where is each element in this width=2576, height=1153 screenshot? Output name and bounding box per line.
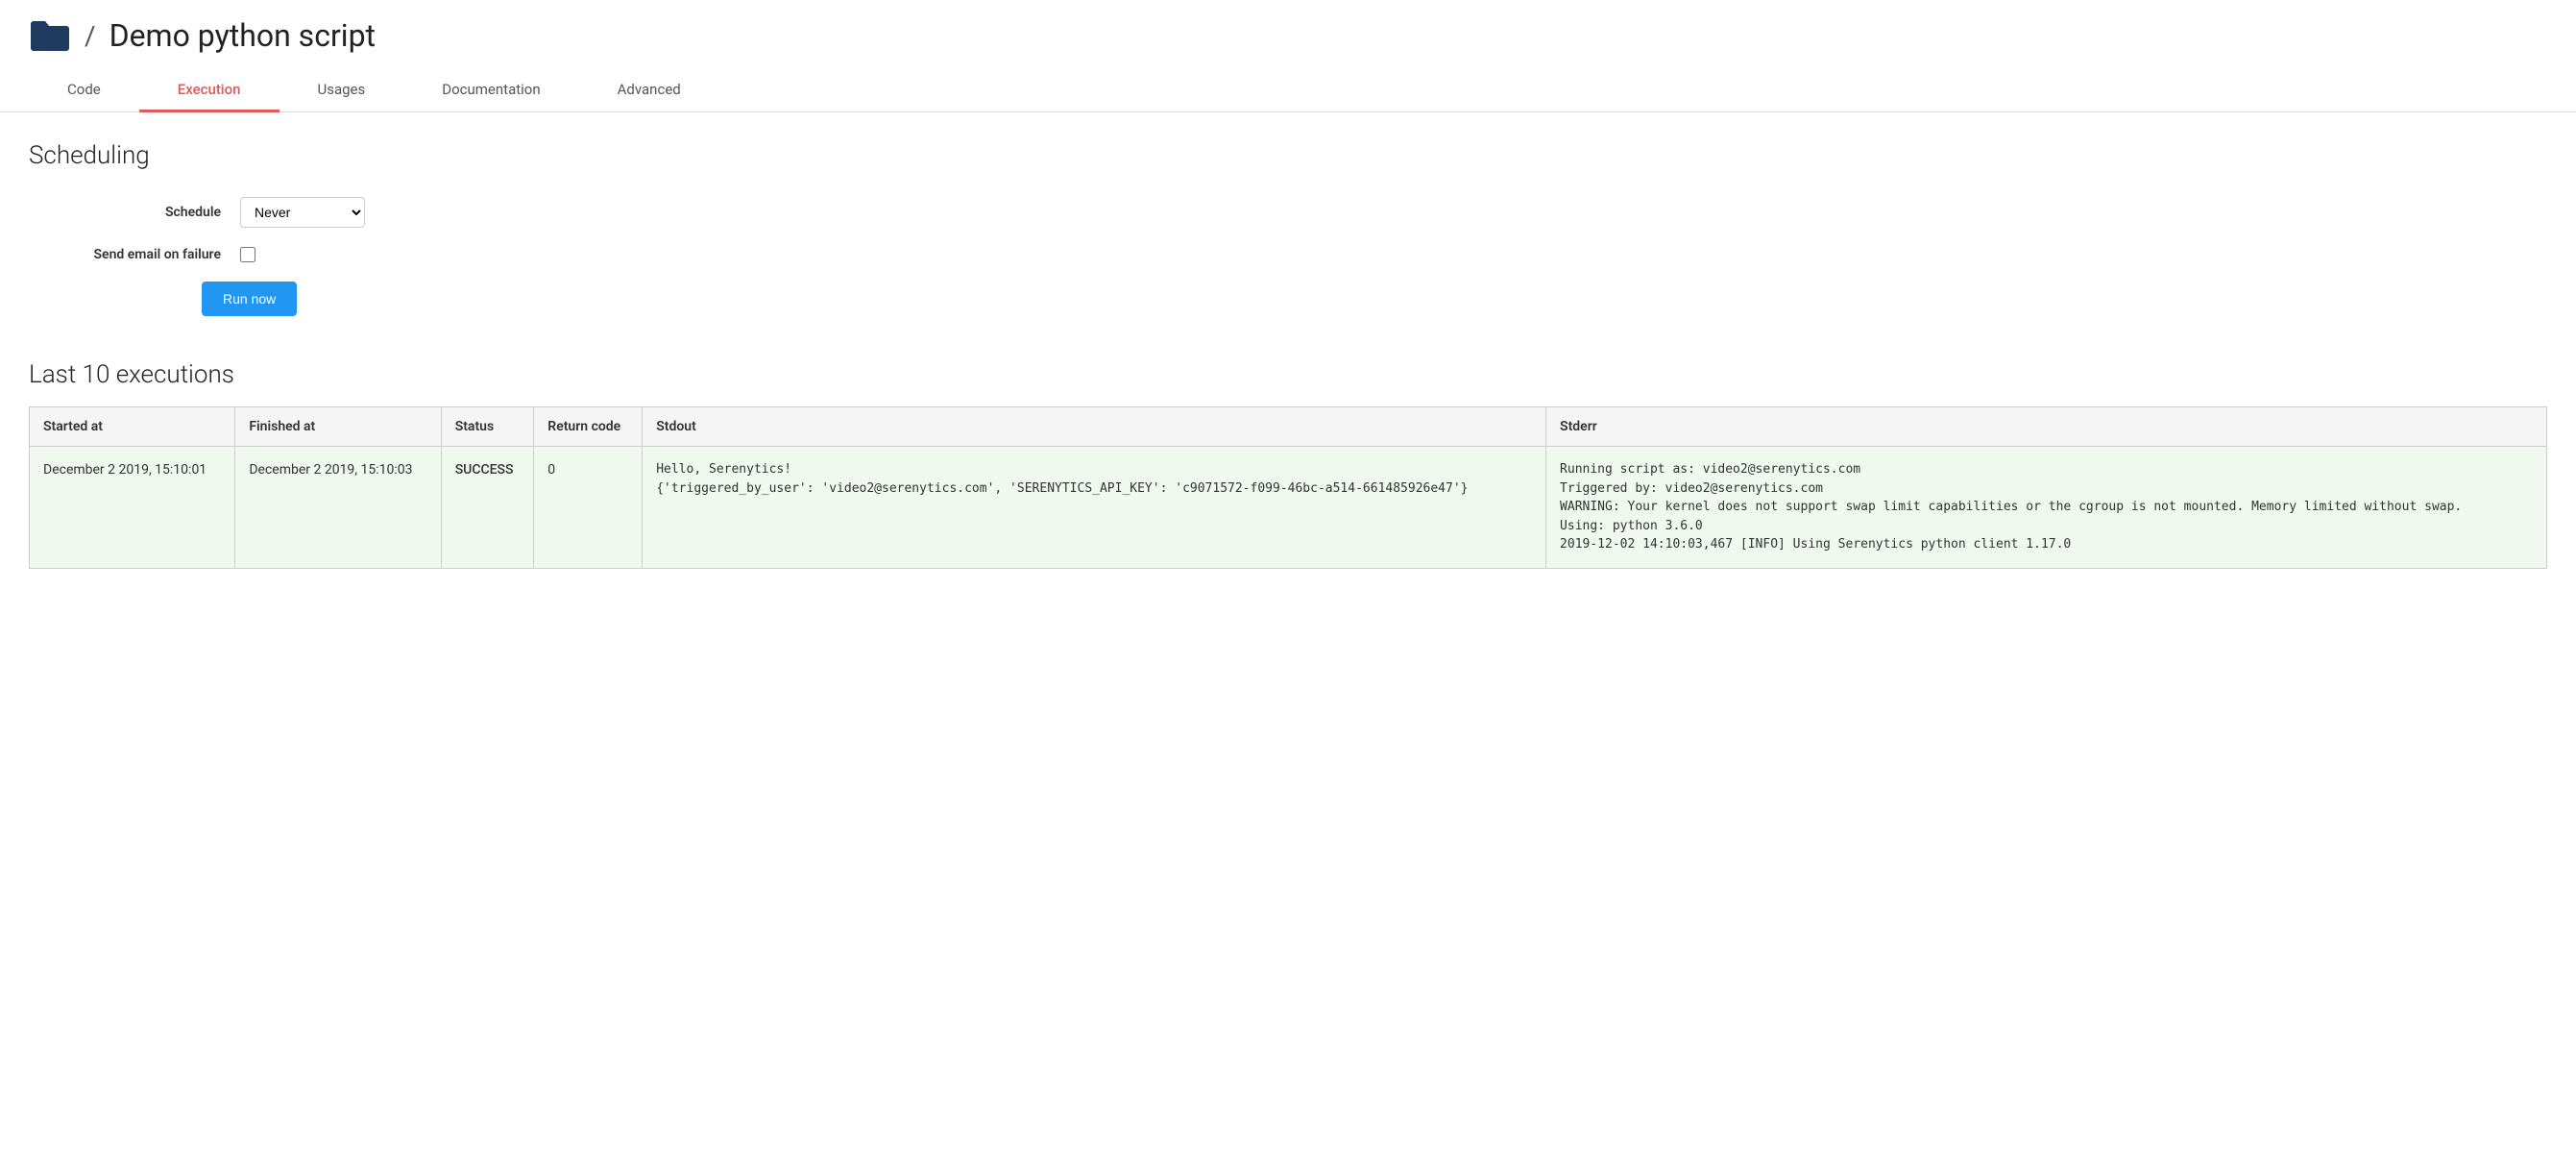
- cell-finished-at: December 2 2019, 15:10:03: [235, 447, 441, 569]
- col-stderr: Stderr: [1546, 407, 2547, 447]
- tab-advanced[interactable]: Advanced: [579, 69, 719, 112]
- folder-icon: [29, 18, 71, 53]
- executions-section: Last 10 executions Started at Finished a…: [29, 360, 2547, 569]
- col-stdout: Stdout: [643, 407, 1546, 447]
- col-finished-at: Finished at: [235, 407, 441, 447]
- schedule-select[interactable]: Never Hourly Daily Weekly Monthly: [240, 197, 365, 228]
- scheduling-title: Scheduling: [29, 141, 2547, 170]
- cell-return-code: 0: [534, 447, 643, 569]
- table-header-row: Started at Finished at Status Return cod…: [30, 407, 2547, 447]
- cell-status: SUCCESS: [441, 447, 534, 569]
- cell-stderr: Running script as: video2@serenytics.com…: [1546, 447, 2547, 569]
- cell-started-at: December 2 2019, 15:10:01: [30, 447, 235, 569]
- executions-title: Last 10 executions: [29, 360, 2547, 389]
- schedule-label: Schedule: [67, 205, 221, 220]
- col-return-code: Return code: [534, 407, 643, 447]
- table-body: December 2 2019, 15:10:01 December 2 201…: [30, 447, 2547, 569]
- main-content: Scheduling Schedule Never Hourly Daily W…: [0, 112, 2576, 598]
- col-status: Status: [441, 407, 534, 447]
- cell-stdout: Hello, Serenytics! {'triggered_by_user':…: [643, 447, 1546, 569]
- scheduling-section: Scheduling Schedule Never Hourly Daily W…: [29, 141, 2547, 326]
- table-row: December 2 2019, 15:10:01 December 2 201…: [30, 447, 2547, 569]
- schedule-row: Schedule Never Hourly Daily Weekly Month…: [67, 197, 2547, 228]
- page-title: Demo python script: [109, 17, 376, 54]
- email-failure-label: Send email on failure: [67, 247, 221, 262]
- tab-code[interactable]: Code: [29, 69, 139, 112]
- run-now-button[interactable]: Run now: [202, 282, 297, 316]
- tab-usages[interactable]: Usages: [279, 69, 404, 112]
- run-now-container: Run now: [29, 282, 2547, 326]
- tab-execution[interactable]: Execution: [139, 69, 279, 112]
- email-failure-checkbox[interactable]: [240, 247, 255, 262]
- table-header: Started at Finished at Status Return cod…: [30, 407, 2547, 447]
- page-header: / Demo python script: [0, 0, 2576, 63]
- col-started-at: Started at: [30, 407, 235, 447]
- tab-bar: Code Execution Usages Documentation Adva…: [0, 69, 2576, 112]
- executions-table: Started at Finished at Status Return cod…: [29, 406, 2547, 569]
- breadcrumb-slash: /: [85, 20, 96, 52]
- email-failure-row: Send email on failure: [67, 247, 2547, 262]
- tab-documentation[interactable]: Documentation: [403, 69, 578, 112]
